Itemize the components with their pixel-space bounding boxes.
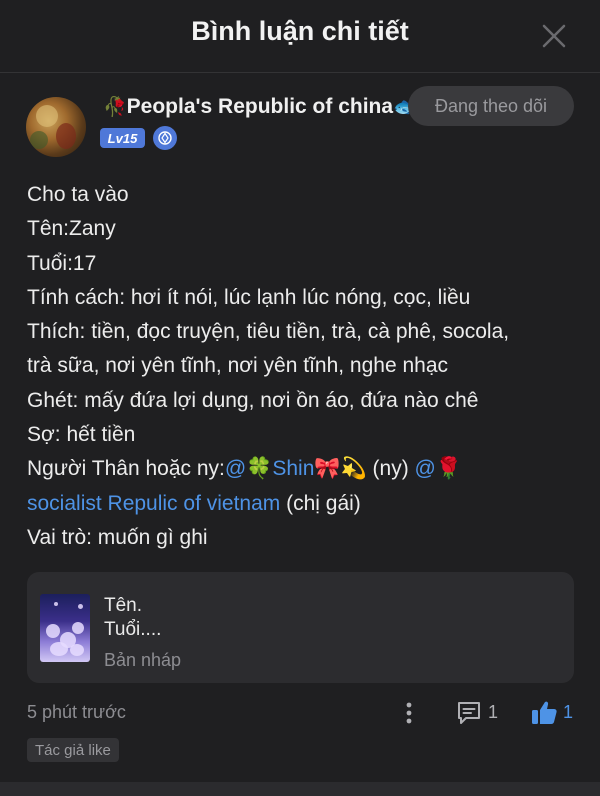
- relation-mid: (ny): [366, 457, 415, 481]
- comment-line: Tên:Zany: [27, 217, 116, 241]
- mention-shin[interactable]: @🍀Shin🎀💫: [225, 457, 367, 480]
- comment-line: Thích: tiền, đọc truyện, tiêu tiền, trà,…: [27, 320, 510, 344]
- comment-line: trà sữa, nơi yên tĩnh, nơi yên tĩnh, ngh…: [27, 354, 449, 378]
- following-button[interactable]: Đang theo dõi: [408, 86, 574, 126]
- draft-line: Tên.: [104, 595, 143, 616]
- draft-line: Tuổi....: [104, 619, 162, 640]
- draft-text: Tên. Tuổi....: [104, 594, 161, 642]
- comment-count: 1: [488, 702, 499, 722]
- mention-at[interactable]: @🌹: [415, 457, 462, 480]
- like-count: 1: [563, 702, 574, 722]
- draft-label: Bản nháp: [104, 650, 182, 670]
- draft-thumbnail: [40, 594, 90, 662]
- relation-suffix: (chị gái): [280, 491, 361, 515]
- comment-line: Vai trò: muốn gì ghi: [27, 525, 208, 549]
- close-icon[interactable]: [538, 20, 570, 52]
- relation-prefix: Người Thân hoặc ny:: [27, 457, 225, 481]
- level-badge: Lv15: [100, 128, 145, 148]
- author-liked-badge: Tác giả like: [27, 738, 119, 762]
- author-name-text: Peopla's Republic of china: [126, 95, 394, 118]
- relation-line: Người Thân hoặc ny:@🍀Shin🎀💫 (ny) @🌹: [27, 452, 587, 486]
- rose-emoji: 🥀: [103, 97, 127, 118]
- role-badge-icon: [153, 126, 177, 150]
- comment-line: Cho ta vào: [27, 183, 129, 206]
- comment-icon[interactable]: [455, 699, 483, 727]
- relation-line-2: socialist Repulic of vietnam (chị gái): [27, 487, 587, 521]
- comment-line: Tuổi:17: [27, 251, 97, 275]
- author-name[interactable]: 🥀 Peopla's Republic of china 🐟: [103, 92, 417, 122]
- header: Bình luận chi tiết: [0, 0, 600, 73]
- timestamp: 5 phút trước: [27, 702, 126, 722]
- comment-line: Tính cách: hơi ít nói, lúc lạnh lúc nóng…: [27, 285, 471, 309]
- page-title: Bình luận chi tiết: [191, 16, 409, 46]
- draft-card[interactable]: Tên. Tuổi.... Bản nháp: [27, 572, 574, 683]
- comment-line: Sợ: hết tiền: [27, 423, 136, 447]
- thumbs-up-icon[interactable]: [529, 698, 559, 728]
- more-options-icon[interactable]: [398, 700, 420, 726]
- avatar[interactable]: [26, 97, 86, 157]
- comment-line: Ghét: mấy đứa lợi dụng, nơi ồn áo, đứa n…: [27, 388, 479, 412]
- bottom-bar: [0, 782, 600, 796]
- mention-vietnam[interactable]: socialist Repulic of vietnam: [27, 492, 280, 515]
- comment-body: Cho ta vào Tên:Zany Tuổi:17 Tính cách: h…: [27, 178, 587, 555]
